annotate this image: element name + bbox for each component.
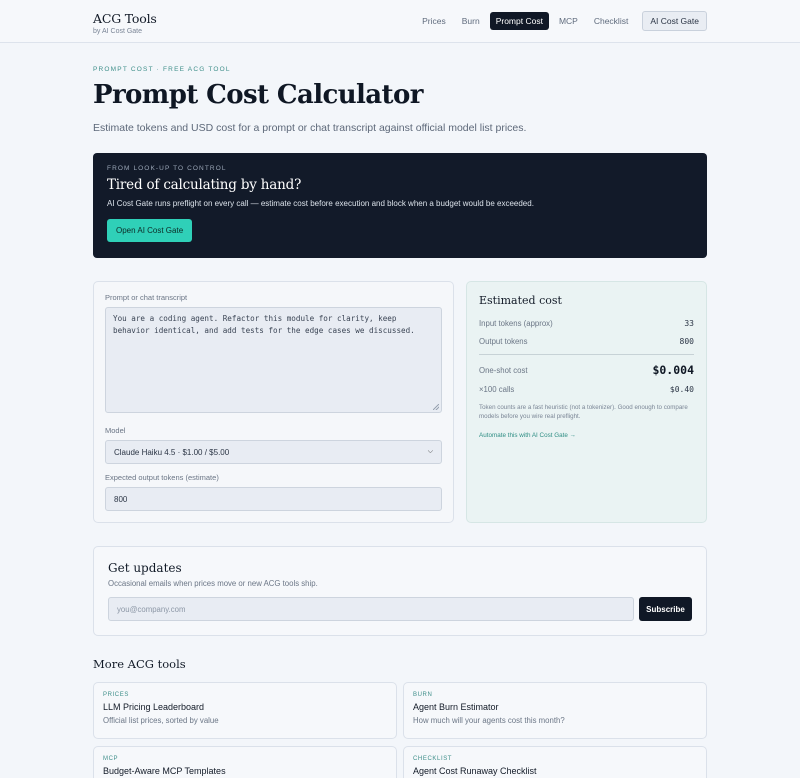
page-lede: Estimate tokens and USD cost for a promp…	[93, 122, 527, 134]
more-tools-title: More ACG tools	[93, 657, 186, 671]
hundred-calls-label: ×100 calls	[479, 385, 515, 394]
promo-eyebrow: FROM LOOK-UP TO CONTROL	[107, 165, 227, 172]
newsletter-card: Get updates Occasional emails when price…	[93, 546, 707, 636]
top-bar: ACG Tools by AI Cost Gate Prices Burn Pr…	[0, 0, 800, 43]
nav-ai-cost-gate-button[interactable]: AI Cost Gate	[642, 11, 707, 31]
tool-tag: PRICES	[103, 692, 129, 698]
brand-subtitle: by AI Cost Gate	[93, 28, 143, 35]
open-ai-cost-gate-button[interactable]: Open AI Cost Gate	[107, 219, 193, 242]
brand[interactable]: ACG Tools by AI Cost Gate	[93, 11, 157, 35]
transcript-value: You are a coding agent. Refactor this mo…	[113, 314, 415, 335]
nav-item-burn[interactable]: Burn	[456, 12, 486, 30]
model-select[interactable]: Claude Haiku 4.5 · $1.00 / $5.00 ⌵	[105, 440, 442, 464]
input-tokens-row: Input tokens (approx) 33	[479, 319, 694, 328]
estimated-cost-title: Estimated cost	[479, 294, 562, 307]
one-shot-cost-value: $0.004	[652, 363, 694, 377]
promo-title: Tired of calculating by hand?	[107, 177, 302, 193]
output-tokens-row-value: 800	[679, 337, 694, 346]
promo-text: AI Cost Gate runs preflight on every cal…	[107, 199, 534, 208]
calculator-form: Prompt or chat transcript You are a codi…	[93, 281, 454, 523]
hundred-calls-value: $0.40	[669, 385, 694, 394]
resize-handle-icon[interactable]	[433, 404, 439, 410]
tool-tag: CHECKLIST	[413, 756, 453, 762]
hundred-calls-row: ×100 calls $0.40	[479, 385, 694, 394]
tool-description: Official list prices, sorted by value	[103, 716, 219, 725]
tool-card-checklist[interactable]: CHECKLIST Agent Cost Runaway Checklist	[403, 746, 707, 778]
nav-item-mcp[interactable]: MCP	[553, 12, 584, 30]
page-title: Prompt Cost Calculator	[93, 80, 423, 110]
tool-name: Agent Burn Estimator	[413, 702, 499, 712]
subscribe-row: you@company.com Subscribe	[108, 597, 692, 621]
chevron-down-icon: ⌵	[427, 448, 433, 455]
updates-subtitle: Occasional emails when prices move or ne…	[108, 579, 318, 588]
transcript-label: Prompt or chat transcript	[105, 293, 188, 302]
subscribe-button[interactable]: Subscribe	[639, 597, 692, 621]
email-placeholder: you@company.com	[117, 604, 186, 614]
model-select-value: Claude Haiku 4.5 · $1.00 / $5.00	[114, 447, 230, 457]
email-input[interactable]: you@company.com	[108, 597, 634, 621]
output-tokens-label: Expected output tokens (estimate)	[105, 473, 219, 482]
input-tokens-label: Input tokens (approx)	[479, 319, 553, 328]
model-label: Model	[105, 426, 126, 435]
hero-eyebrow: PROMPT COST · FREE ACG TOOL	[93, 66, 231, 73]
heuristic-note: Token counts are a fast heuristic (not a…	[479, 404, 688, 420]
tool-tag: MCP	[103, 756, 119, 762]
automate-link[interactable]: Automate this with AI Cost Gate →	[479, 432, 694, 439]
tool-description: How much will your agents cost this mont…	[413, 716, 565, 725]
input-tokens-value: 33	[684, 319, 694, 328]
tool-card-burn[interactable]: BURN Agent Burn Estimator How much will …	[403, 682, 707, 739]
output-tokens-row: Output tokens 800	[479, 337, 694, 346]
tool-name: Budget-Aware MCP Templates	[103, 766, 226, 776]
nav-item-prices[interactable]: Prices	[416, 12, 452, 30]
one-shot-cost-row: One-shot cost $0.004	[479, 363, 694, 377]
updates-title: Get updates	[108, 561, 182, 575]
output-tokens-input[interactable]: 800	[105, 487, 442, 511]
brand-title: ACG Tools	[93, 11, 157, 26]
main-nav: Prices Burn Prompt Cost MCP Checklist AI…	[412, 11, 707, 31]
tool-card-mcp[interactable]: MCP Budget-Aware MCP Templates	[93, 746, 397, 778]
tool-tag: BURN	[413, 692, 433, 698]
one-shot-cost-label: One-shot cost	[479, 365, 528, 375]
tool-name: Agent Cost Runaway Checklist	[413, 766, 537, 776]
tool-name: LLM Pricing Leaderboard	[103, 702, 205, 712]
output-tokens-row-label: Output tokens	[479, 337, 528, 346]
estimated-cost-panel: Estimated cost Input tokens (approx) 33 …	[466, 281, 707, 523]
output-tokens-value: 800	[114, 494, 128, 504]
nav-item-checklist[interactable]: Checklist	[588, 12, 634, 30]
tool-card-prices[interactable]: PRICES LLM Pricing Leaderboard Official …	[93, 682, 397, 739]
cost-divider	[479, 354, 694, 355]
transcript-textarea[interactable]: You are a coding agent. Refactor this mo…	[105, 307, 442, 413]
promo-banner: FROM LOOK-UP TO CONTROL Tired of calcula…	[93, 153, 707, 258]
nav-item-prompt-cost[interactable]: Prompt Cost	[489, 12, 549, 30]
